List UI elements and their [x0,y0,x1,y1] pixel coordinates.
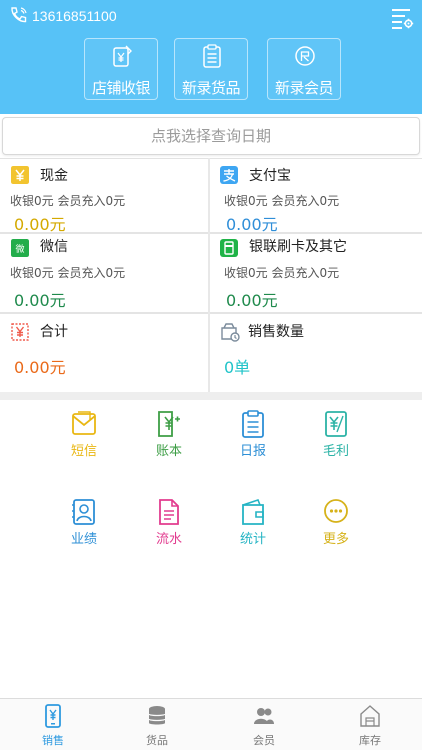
ledger-label: 账本 [155,444,182,459]
ledger-button[interactable]: 账本 [139,410,199,466]
nav-sales[interactable]: 销售 [13,699,93,750]
alipay-icon [220,166,238,184]
cashier-icon [113,45,132,67]
more-icon [324,499,348,523]
nav-sales-label: 销售 [42,734,64,747]
warehouse-icon [360,705,380,727]
total-icon [11,323,29,341]
alipay-amount: 0.00元 [226,215,278,234]
gross-profit-button[interactable]: 毛利 [306,410,366,466]
sms-button[interactable]: 短信 [54,410,114,466]
members-icon [254,708,274,724]
total-cell: 合计 0.00元 [10,314,206,392]
total-title: 合计 [40,324,68,340]
flow-button[interactable]: 流水 [139,498,199,554]
wechat-cell: 微 微信 收银0元 会员充入0元 0.00元 [10,234,206,310]
grid-divider-vertical [208,158,210,392]
nav-warehouse[interactable]: 库存 [330,699,410,750]
sms-icon [72,411,96,435]
alipay-title: 支付宝 [249,168,291,184]
nav-members-label: 会员 [253,734,275,747]
quick-actions: 店铺收银 新录货品 新录会员 [0,38,422,102]
more-label: 更多 [322,532,349,547]
gross-profit-icon [325,411,347,437]
daily-report-icon [242,410,264,438]
nav-warehouse-label: 库存 [359,734,381,747]
sms-label: 短信 [70,444,97,459]
cash-amount: 0.00元 [14,215,66,234]
statistics-button[interactable]: 统计 [223,498,283,554]
sales-count-amount: 0单 [224,358,251,377]
wechat-amount: 0.00元 [14,291,66,310]
cash-subtext: 收银0元 会员充入0元 [10,194,126,208]
nav-goods[interactable]: 货品 [117,699,197,750]
wechat-title: 微信 [40,239,68,255]
performance-icon [72,499,95,525]
gross-profit-label: 毛利 [322,444,349,459]
nav-goods-label: 货品 [146,734,168,747]
settings-menu-icon[interactable] [390,6,414,30]
sales-count-icon [221,323,240,342]
alipay-subtext: 收银0元 会员充入0元 [224,194,340,208]
alipay-cell: 支付宝 收银0元 会员充入0元 0.00元 [220,158,420,234]
statistics-label: 统计 [239,532,266,547]
wechat-subtext: 收银0元 会员充入0元 [10,266,126,280]
cash-title: 现金 [40,168,68,184]
new-goods-label: 新录货品 [181,79,241,97]
phone-row[interactable]: 13616851100 [8,6,117,26]
app-header: 13616851100 店铺收银 新录货品 新录会员 [0,0,422,114]
sales-phone-icon [45,704,61,728]
cash-cell: 现金 收银0元 会员充入0元 0.00元 [10,158,206,234]
sales-count-title: 销售数量 [248,324,304,340]
new-goods-button[interactable]: 新录货品 [174,38,248,100]
unionpay-cell: 银联刷卡及其它 收银0元 会员充入0元 0.00元 [220,234,420,310]
performance-label: 业绩 [70,532,97,547]
phone-icon [11,7,27,23]
bottom-navigation: 销售 货品 会员 库存 [0,698,422,750]
unionpay-card-icon [220,239,238,257]
unionpay-title: 银联刷卡及其它 [249,239,347,255]
flow-icon [159,499,179,525]
cashier-label: 店铺收银 [91,79,151,97]
total-amount: 0.00元 [14,358,66,377]
nav-members[interactable]: 会员 [224,699,304,750]
unionpay-subtext: 收银0元 会员充入0元 [224,266,340,280]
unionpay-amount: 0.00元 [226,291,278,310]
cash-icon [11,166,29,184]
ledger-icon [158,411,180,437]
new-goods-icon [203,44,221,68]
new-member-icon [295,46,315,66]
new-member-button[interactable]: 新录会员 [267,38,341,100]
section-separator [0,392,422,400]
svg-text:微: 微 [15,243,24,255]
more-button[interactable]: 更多 [306,498,366,554]
daily-report-button[interactable]: 日报 [223,410,283,466]
sales-count-cell: 销售数量 0单 [220,314,416,392]
flow-label: 流水 [155,532,182,547]
statistics-icon [242,499,264,525]
daily-report-label: 日报 [239,444,266,459]
performance-button[interactable]: 业绩 [54,498,114,554]
phone-number: 13616851100 [32,8,117,24]
wechat-icon: 微 [11,239,29,257]
goods-stack-icon [148,706,166,725]
new-member-label: 新录会员 [274,79,334,97]
cashier-button[interactable]: 店铺收银 [84,38,158,100]
date-picker-button[interactable]: 点我选择查询日期 [2,117,420,155]
